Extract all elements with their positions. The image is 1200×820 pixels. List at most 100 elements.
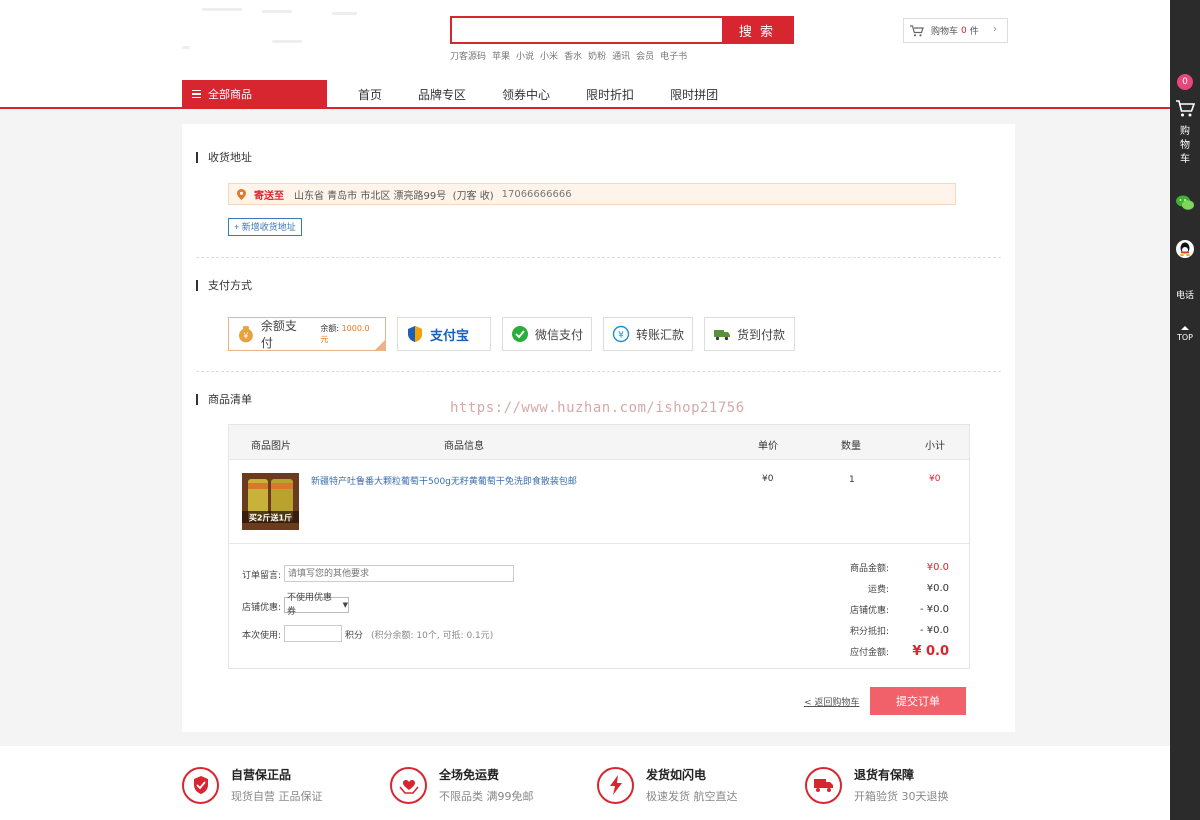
nav-link-group-buy[interactable]: 限时拼团 xyxy=(652,86,736,103)
svg-text:¥: ¥ xyxy=(243,331,248,340)
hot-word[interactable]: 苹果 xyxy=(492,49,510,62)
coupon-select[interactable]: 不使用优惠券 ▼ xyxy=(284,593,349,617)
address-section-title: 收货地址 xyxy=(196,152,252,163)
pay-option-balance[interactable]: ¥ 余额支付 余额: 1000.0元 xyxy=(228,317,386,351)
points-unit: 积分 xyxy=(345,631,364,641)
checkout-panel: 收货地址 寄送至 山东省 青岛市 市北区 漂亮路99号 (刀客 收) 17066… xyxy=(182,124,1015,732)
points-input[interactable] xyxy=(284,625,342,642)
divider xyxy=(196,257,1001,258)
order-options: 订单留言: 店铺优惠: 不使用优惠券 ▼ 本次使用: 积分 (积分余额: 10个… xyxy=(229,545,969,669)
all-categories-button[interactable]: 全部商品 xyxy=(182,80,327,108)
divider xyxy=(196,371,1001,372)
table-row: 买2斤送1斤 新疆特产吐鲁番大颗粒葡萄干500g无籽黄葡萄干免洗即食散装包邮 ¥… xyxy=(229,460,969,544)
receiver-phone: 17066666666 xyxy=(501,188,572,200)
qq-icon[interactable] xyxy=(1175,239,1195,259)
hot-word[interactable]: 会员 xyxy=(636,49,654,62)
main-nav: 全部商品 首页 品牌专区 领券中心 限时折扣 限时拼团 xyxy=(0,80,1170,109)
svg-text:¥: ¥ xyxy=(618,331,624,341)
delivery-truck-icon xyxy=(714,330,730,341)
pay-option-alipay[interactable]: 支付宝 xyxy=(397,317,491,351)
back-to-top-button[interactable]: TOP xyxy=(1170,326,1200,342)
selected-address[interactable]: 寄送至 山东省 青岛市 市北区 漂亮路99号 (刀客 收) 1706666666… xyxy=(228,183,956,205)
shield-icon xyxy=(182,766,219,804)
coupon-label: 店铺优惠: xyxy=(242,603,282,613)
service-footer: 自营保正品 现货自营 正品保证 全场免运费 不限品类 满99免邮 发货如闪电 极速发货… xyxy=(0,746,1170,820)
pay-option-wechat[interactable]: 微信支付 xyxy=(502,317,592,351)
menu-icon xyxy=(192,90,201,98)
pay-option-label: 微信支付 xyxy=(535,327,584,342)
address-text: 山东省 青岛市 市北区 漂亮路99号 xyxy=(294,190,447,202)
hot-word[interactable]: 香水 xyxy=(564,49,582,62)
wechat-pay-icon xyxy=(512,326,528,342)
memo-label: 订单留言: xyxy=(242,571,282,581)
arrow-up-icon xyxy=(1181,326,1189,330)
product-name-link[interactable]: 新疆特产吐鲁番大颗粒葡萄干500g无籽黄葡萄干免洗即食散装包邮 xyxy=(311,474,577,487)
nav-link-flash-sale[interactable]: 限时折扣 xyxy=(568,86,652,103)
hot-word[interactable]: 通讯 xyxy=(612,49,630,62)
chevron-down-icon: ▼ xyxy=(342,601,348,609)
nav-link-brands[interactable]: 品牌专区 xyxy=(400,86,484,103)
coupon-selected-value: 不使用优惠券 xyxy=(287,593,333,617)
nav-link-coupons[interactable]: 领券中心 xyxy=(484,86,568,103)
receiver-name: (刀客 收) xyxy=(452,190,494,202)
cart-count-badge: 0 xyxy=(1177,74,1193,90)
chevron-right-icon: › xyxy=(993,24,997,35)
hot-word[interactable]: 电子书 xyxy=(660,49,687,62)
mini-cart-label: 购物车 xyxy=(931,27,959,37)
search-bar: 搜 索 xyxy=(450,16,794,44)
alipay-shield-icon xyxy=(408,326,422,342)
pay-option-cod[interactable]: 货到付款 xyxy=(704,317,795,351)
payment-section-title: 支付方式 xyxy=(196,280,252,291)
hot-search-words: 刀客源码 苹果 小说 小米 香水 奶粉 通讯 会员 电子书 xyxy=(450,49,687,62)
summary-row-points: 积分抵扣: - ¥0.0 xyxy=(849,625,949,637)
service-item: 发货如闪电 极速发货 航空直达 xyxy=(597,766,738,804)
header-subtotal: 小计 xyxy=(925,441,945,452)
hot-word[interactable]: 奶粉 xyxy=(588,49,606,62)
product-price: ¥0 xyxy=(762,474,774,484)
order-summary: 商品金额: ¥0.0 运费: ¥0.0 店铺优惠: - ¥0.0 积分抵扣: - ¥0.… xyxy=(789,557,949,662)
summary-row-payable: 应付金额: ¥ 0.0 xyxy=(849,644,949,659)
truck-icon xyxy=(805,766,842,804)
logo[interactable] xyxy=(182,0,382,60)
product-subtotal: ¥0 xyxy=(929,474,941,484)
goods-section-title: 商品清单 xyxy=(196,394,252,405)
sidebar-phone[interactable]: 电话 xyxy=(1170,288,1200,301)
sidebar-cart-label[interactable]: 购物车 xyxy=(1170,125,1200,167)
cart-icon xyxy=(910,24,924,36)
summary-row-store-discount: 店铺优惠: - ¥0.0 xyxy=(849,604,949,616)
pay-option-label: 货到付款 xyxy=(737,327,786,342)
yuan-transfer-icon: ¥ xyxy=(612,325,630,343)
product-qty: 1 xyxy=(849,475,855,485)
nav-link-home[interactable]: 首页 xyxy=(340,86,400,103)
pay-option-transfer[interactable]: ¥ 转账汇款 xyxy=(603,317,693,351)
wechat-icon[interactable] xyxy=(1175,193,1195,213)
hot-word[interactable]: 小米 xyxy=(540,49,558,62)
ship-to-label: 寄送至 xyxy=(254,190,284,202)
service-item: 全场免运费 不限品类 满99免邮 xyxy=(390,766,534,804)
pay-option-label: 转账汇款 xyxy=(636,327,685,342)
summary-row-shipping: 运费: ¥0.0 xyxy=(867,583,949,595)
balance-info: 余额: 1000.0元 xyxy=(320,324,370,344)
service-item: 退货有保障 开箱验货 30天退换 xyxy=(805,766,949,804)
order-memo-input[interactable] xyxy=(284,565,514,582)
header-image: 商品图片 xyxy=(251,441,291,452)
right-toolbar: 0 购物车 电话 TOP xyxy=(1170,0,1200,820)
submit-order-button[interactable]: 提交订单 xyxy=(870,687,966,715)
hot-word[interactable]: 刀客源码 xyxy=(450,49,486,62)
search-input[interactable] xyxy=(452,18,722,42)
back-to-cart-link[interactable]: < 返回购物车 xyxy=(804,695,859,708)
add-address-button[interactable]: + 新增收货地址 xyxy=(228,218,302,236)
service-item: 自营保正品 现货自营 正品保证 xyxy=(182,766,323,804)
hot-word[interactable]: 小说 xyxy=(516,49,534,62)
thumbnail-caption: 买2斤送1斤 xyxy=(249,513,292,523)
points-note: (积分余额: 10个, 可抵: 0.1元) xyxy=(371,631,494,641)
search-button[interactable]: 搜 索 xyxy=(722,18,792,42)
mini-cart-button[interactable]: 购物车 0 件 › xyxy=(903,18,1008,43)
nav-links: 首页 品牌专区 领券中心 限时折扣 限时拼团 xyxy=(340,80,736,108)
mini-cart-unit: 件 xyxy=(969,27,979,37)
location-pin-icon xyxy=(237,188,246,200)
payment-methods: ¥ 余额支付 余额: 1000.0元 支付宝 微信支付 ¥ 转账汇款 货到付款 xyxy=(228,317,795,351)
cart-icon[interactable] xyxy=(1175,99,1195,119)
product-thumbnail[interactable]: 买2斤送1斤 xyxy=(242,473,299,530)
heart-hands-icon xyxy=(390,766,427,804)
